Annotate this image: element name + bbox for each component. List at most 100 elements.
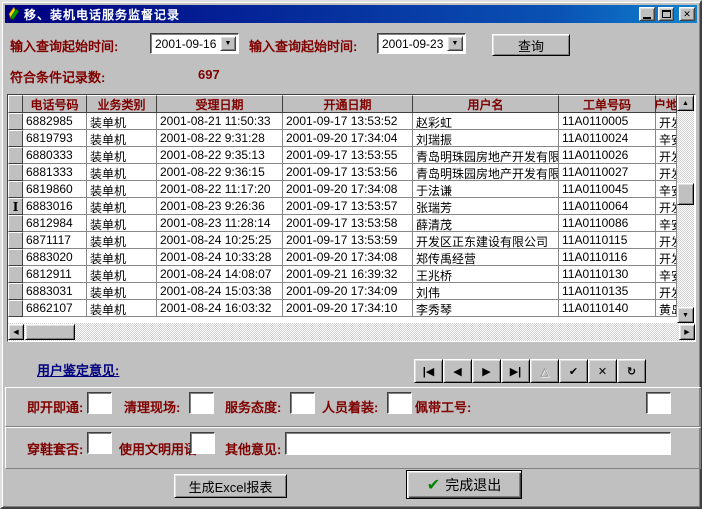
generate-excel-button[interactable]: 生成Excel报表 [174,474,287,498]
column-header-accept[interactable]: 受理日期 [157,95,283,113]
cell-order[interactable]: 11A0110130 [559,266,656,283]
end-date-dropdown-button[interactable]: ▼ [447,36,463,51]
cell-phone[interactable]: 6883016 [23,198,87,215]
cell-type[interactable]: 装单机 [87,283,157,300]
cell-accept[interactable]: 2001-08-22 9:36:15 [157,164,283,181]
column-header-user[interactable]: 用户名 [413,95,559,113]
end-date-value[interactable]: 2001-09-23 [380,36,447,51]
cell-order[interactable]: 11A0110064 [559,198,656,215]
cell-phone[interactable]: 6871117 [23,232,87,249]
cell-user[interactable]: 李秀琴 [413,300,559,317]
cell-open[interactable]: 2001-09-20 17:34:04 [283,130,413,147]
cell-type[interactable]: 装单机 [87,147,157,164]
cell-open[interactable]: 2001-09-20 17:34:09 [283,283,413,300]
cell-address[interactable]: 开发 [656,283,677,300]
cell-order[interactable]: 11A0110005 [559,113,656,130]
start-date-combobox[interactable]: 2001-09-16 ▼ [150,33,239,54]
horizontal-scrollbar[interactable]: ◀ ▶ [8,323,695,341]
cell-accept[interactable]: 2001-08-22 11:17:20 [157,181,283,198]
cell-order[interactable]: 11A0110116 [559,249,656,266]
cell-user[interactable]: 青岛明珠园房地产开发有限 [413,164,559,181]
cell-user[interactable]: 赵彩虹 [413,113,559,130]
cell-accept[interactable]: 2001-08-24 14:08:07 [157,266,283,283]
cell-open[interactable]: 2001-09-20 17:34:10 [283,300,413,317]
scroll-right-button[interactable]: ▶ [679,324,695,340]
cell-address[interactable]: 辛安 [656,215,677,232]
service-attitude-field[interactable] [290,392,315,414]
cell-accept[interactable]: 2001-08-23 11:28:14 [157,215,283,232]
cell-type[interactable]: 装单机 [87,232,157,249]
cell-address[interactable]: 开发 [656,249,677,266]
table-row[interactable]: 6883031 装单机 2001-08-24 15:03:38 2001-09-… [8,283,677,300]
horizontal-scroll-thumb[interactable] [25,324,75,340]
cell-accept[interactable]: 2001-08-24 16:03:32 [157,300,283,317]
cell-type[interactable]: 装单机 [87,249,157,266]
table-row[interactable]: 6871117 装单机 2001-08-24 10:25:25 2001-09-… [8,232,677,249]
start-date-value[interactable]: 2001-09-16 [153,36,220,51]
table-row[interactable]: 6882985 装单机 2001-08-21 11:50:33 2001-09-… [8,113,677,130]
vertical-scroll-thumb[interactable] [677,183,694,205]
cell-accept[interactable]: 2001-08-23 9:26:36 [157,198,283,215]
row-indicator[interactable] [8,147,23,164]
table-row[interactable]: 6880333 装单机 2001-08-22 9:35:13 2001-09-1… [8,147,677,164]
cell-address[interactable]: 开发 [656,198,677,215]
row-indicator[interactable] [8,249,23,266]
minimize-button[interactable] [639,7,655,21]
row-indicator[interactable] [8,283,23,300]
polite-language-field[interactable] [190,432,215,454]
row-indicator[interactable] [8,300,23,317]
cell-open[interactable]: 2001-09-17 13:53:52 [283,113,413,130]
scroll-left-button[interactable]: ◀ [8,324,24,340]
cell-phone[interactable]: 6812984 [23,215,87,232]
cell-open[interactable]: 2001-09-17 13:53:57 [283,198,413,215]
cell-user[interactable]: 张瑞芳 [413,198,559,215]
cell-order[interactable]: 11A0110027 [559,164,656,181]
cell-address[interactable]: 辛安 [656,181,677,198]
cell-open[interactable]: 2001-09-17 13:53:58 [283,215,413,232]
cell-order[interactable]: 11A0110135 [559,283,656,300]
cell-type[interactable]: 装单机 [87,113,157,130]
cell-type[interactable]: 装单机 [87,215,157,232]
cell-type[interactable]: 装单机 [87,266,157,283]
column-header-type[interactable]: 业务类别 [87,95,157,113]
cell-address[interactable]: 辛安 [656,130,677,147]
nav-cancel-button[interactable]: ✕ [588,359,617,383]
start-date-dropdown-button[interactable]: ▼ [220,36,236,51]
cell-phone[interactable]: 6883020 [23,249,87,266]
nav-next-button[interactable]: ▶ [472,359,501,383]
table-row[interactable]: 6812911 装单机 2001-08-24 14:08:07 2001-09-… [8,266,677,283]
cell-open[interactable]: 2001-09-20 17:34:08 [283,249,413,266]
cell-phone[interactable]: 6862107 [23,300,87,317]
table-row[interactable]: 6812984 装单机 2001-08-23 11:28:14 2001-09-… [8,215,677,232]
cell-address[interactable]: 开发 [656,232,677,249]
table-row[interactable]: 6819860 装单机 2001-08-22 11:17:20 2001-09-… [8,181,677,198]
cell-accept[interactable]: 2001-08-22 9:31:28 [157,130,283,147]
instant-open-field[interactable] [87,392,112,414]
row-indicator[interactable] [8,232,23,249]
cell-phone[interactable]: 6812911 [23,266,87,283]
column-header-order[interactable]: 工单号码 [559,95,656,113]
cell-accept[interactable]: 2001-08-24 10:33:28 [157,249,283,266]
maximize-button[interactable] [658,7,674,21]
finish-exit-button[interactable]: ✔ 完成退出 [406,470,522,499]
column-header-open[interactable]: 开通日期 [283,95,413,113]
cell-address[interactable]: 辛安 [656,266,677,283]
cell-type[interactable]: 装单机 [87,198,157,215]
table-row[interactable]: I 6883016 装单机 2001-08-23 9:26:36 2001-09… [8,198,677,215]
cell-address[interactable]: 开发 [656,113,677,130]
cell-user[interactable]: 薛清茂 [413,215,559,232]
cell-phone[interactable]: 6882985 [23,113,87,130]
table-row[interactable]: 6862107 装单机 2001-08-24 16:03:32 2001-09-… [8,300,677,317]
cell-phone[interactable]: 6819860 [23,181,87,198]
row-indicator[interactable] [8,113,23,130]
cell-order[interactable]: 11A0110026 [559,147,656,164]
cell-user[interactable]: 刘瑞振 [413,130,559,147]
cell-user[interactable]: 王兆桥 [413,266,559,283]
cell-order[interactable]: 11A0110140 [559,300,656,317]
column-header-address[interactable]: 用户地址 [656,95,677,113]
cell-accept[interactable]: 2001-08-21 11:50:33 [157,113,283,130]
cell-user[interactable]: 青岛明珠园房地产开发有限 [413,147,559,164]
query-button[interactable]: 查询 [492,34,570,56]
cell-user[interactable]: 刘伟 [413,283,559,300]
cell-order[interactable]: 11A0110086 [559,215,656,232]
